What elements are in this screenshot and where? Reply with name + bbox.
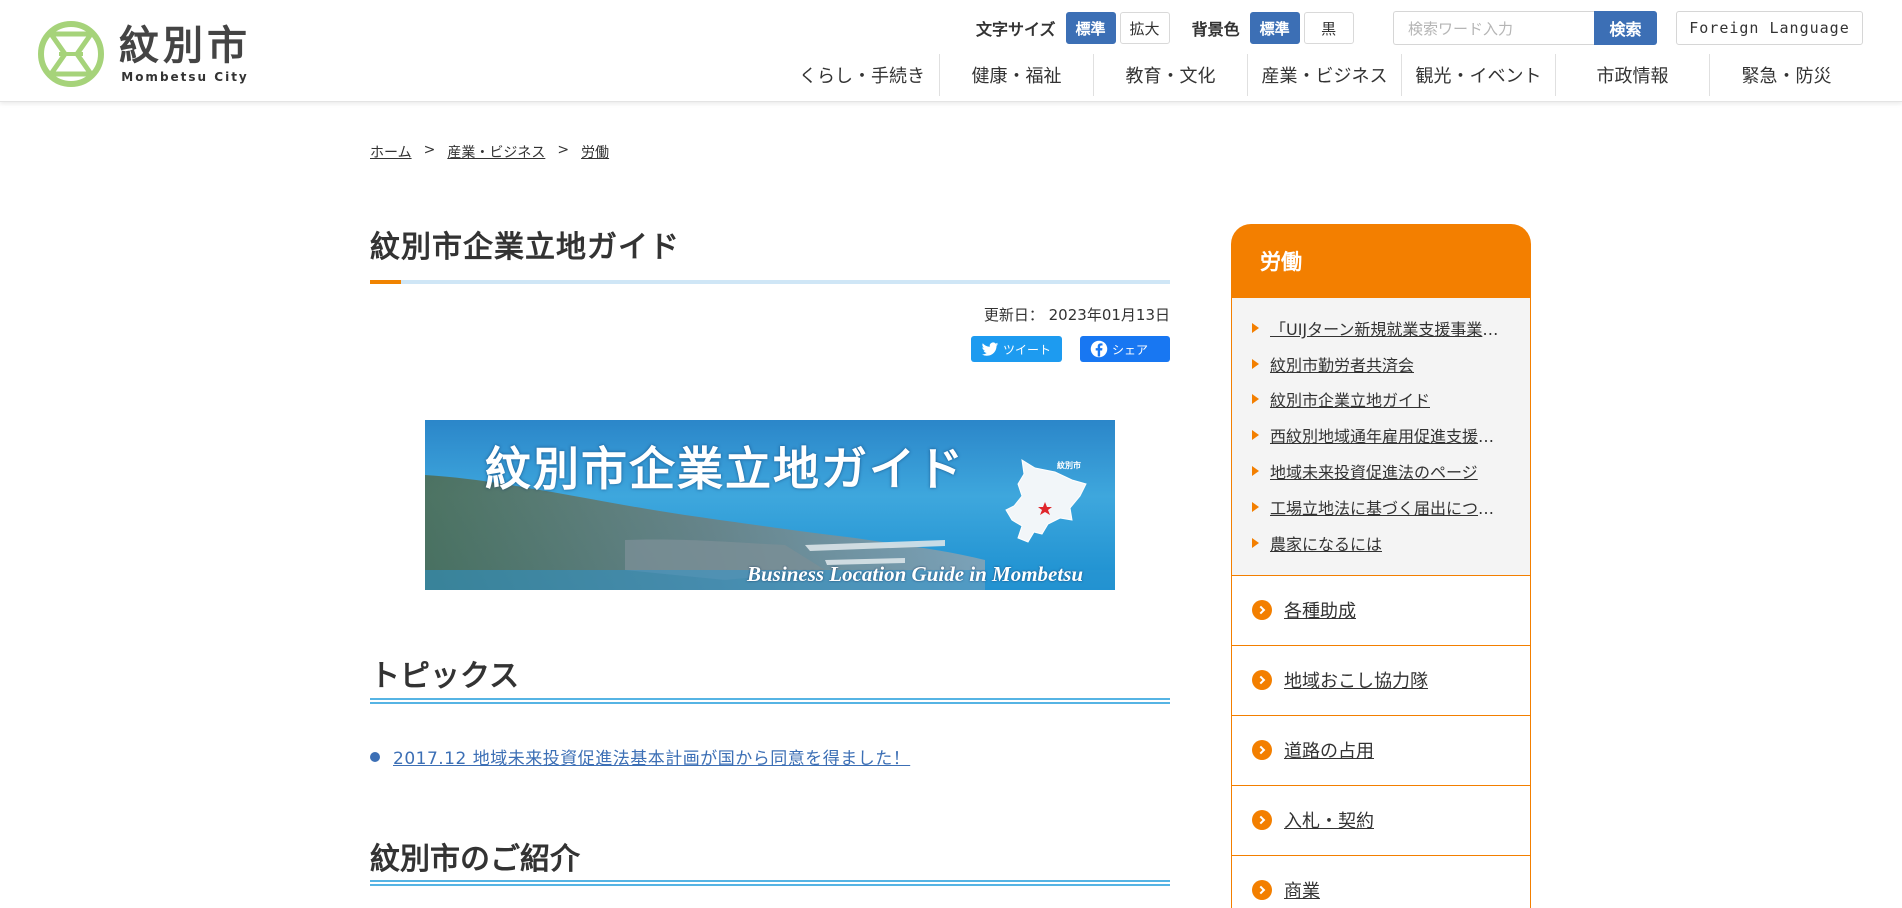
main-content: 紋別市企業立地ガイド 更新日： 2023年01月13日 ツイート シェア 紋別市…	[370, 222, 1170, 886]
arrow-right-circle-icon	[1252, 880, 1272, 901]
tweet-label: ツイート	[1003, 342, 1052, 357]
triangle-right-icon	[1252, 537, 1259, 548]
sidebar-category-bidding[interactable]: 入札・契約	[1231, 784, 1531, 855]
sidebar-category-cooperation-team[interactable]: 地域おこし協力隊	[1231, 644, 1531, 715]
facebook-share-button[interactable]: シェア	[1080, 336, 1170, 362]
search-input[interactable]: 検索ワード入力	[1393, 11, 1594, 45]
triangle-right-icon	[1252, 430, 1259, 441]
site-header: 紋別市 Mombetsu City 文字サイズ 標準 拡大 背景色 標準 黒 検…	[0, 0, 1902, 102]
sidebar-category-road-occupancy[interactable]: 道路の占用	[1231, 714, 1531, 785]
banner-subtitle: Business Location Guide in Mombetsu	[747, 562, 1084, 586]
sidebar-category-link[interactable]: 道路の占用	[1284, 737, 1374, 763]
sidebar-heading: 労働	[1231, 224, 1531, 298]
bg-black-button[interactable]: 黒	[1303, 12, 1354, 44]
topic-link[interactable]: 2017.12 地域未来投資促進法基本計画が国から同意を得ました！	[393, 744, 910, 769]
arrow-right-circle-icon	[1252, 670, 1272, 691]
font-size-label: 文字サイズ	[976, 20, 1056, 39]
topic-item: 2017.12 地域未来投資促進法基本計画が国から同意を得ました！	[370, 744, 910, 769]
breadcrumb-industry[interactable]: 産業・ビジネス	[447, 142, 545, 162]
breadcrumb: ホーム > 産業・ビジネス > 労働	[370, 142, 609, 162]
nav-industry[interactable]: 産業・ビジネス	[1247, 54, 1401, 96]
breadcrumb-separator: >	[557, 142, 570, 158]
triangle-right-icon	[1252, 322, 1259, 333]
updated-date: 更新日： 2023年01月13日	[370, 304, 1170, 325]
sidebar-category-link[interactable]: 地域おこし協力隊	[1284, 667, 1428, 693]
global-nav: くらし・手続き 健康・福祉 教育・文化 産業・ビジネス 観光・イベント 市政情報…	[785, 54, 1863, 96]
breadcrumb-current[interactable]: 労働	[581, 142, 609, 162]
sidebar-category-link[interactable]: 商業	[1284, 877, 1320, 903]
foreign-language-button[interactable]: Foreign Language	[1676, 11, 1863, 45]
nav-city-info[interactable]: 市政情報	[1555, 54, 1709, 96]
sidebar-category-link[interactable]: 入札・契約	[1284, 807, 1374, 833]
tweet-button[interactable]: ツイート	[971, 336, 1062, 362]
bg-color-label: 背景色	[1191, 20, 1240, 39]
sidebar-item-employment-promotion: 西紋別地域通年雇用促進支援協議会	[1232, 417, 1530, 453]
site-name-en: Mombetsu City	[121, 70, 249, 84]
font-large-button[interactable]: 拡大	[1119, 12, 1170, 44]
search-form: 検索ワード入力 検索	[1393, 11, 1657, 45]
share-label: シェア	[1112, 342, 1149, 357]
nav-education[interactable]: 教育・文化	[1093, 54, 1247, 96]
sidebar-item-future-investment: 地域未来投資促進法のページ	[1232, 453, 1530, 489]
topics-heading: トピックス	[370, 659, 520, 694]
site-name: 紋別市	[119, 23, 251, 69]
topics-heading-rule	[370, 698, 1170, 704]
breadcrumb-separator: >	[423, 142, 436, 158]
sidebar-link[interactable]: 「UIJターン新規就業支援事業」について	[1270, 316, 1508, 340]
sidebar-link[interactable]: 地域未来投資促進法のページ	[1270, 459, 1478, 483]
font-standard-button[interactable]: 標準	[1065, 12, 1116, 44]
nav-tourism[interactable]: 観光・イベント	[1401, 54, 1555, 96]
facebook-icon	[1090, 340, 1108, 358]
sidebar-link[interactable]: 紋別市勤労者共済会	[1270, 352, 1414, 376]
site-logo[interactable]: 紋別市 Mombetsu City	[37, 20, 251, 88]
search-button[interactable]: 検索	[1594, 11, 1657, 45]
triangle-right-icon	[1252, 501, 1259, 512]
twitter-bird-icon	[981, 342, 999, 356]
utility-bar: 文字サイズ 標準 拡大 背景色 標準 黒	[976, 11, 1358, 45]
sidebar-category-commerce[interactable]: 商業	[1231, 854, 1531, 908]
page-title: 紋別市企業立地ガイド	[370, 230, 680, 265]
sidebar-item-uij: 「UIJターン新規就業支援事業」について	[1232, 310, 1530, 346]
nav-emergency[interactable]: 緊急・防災	[1709, 54, 1863, 96]
sidebar-link[interactable]: 西紋別地域通年雇用促進支援協議会	[1270, 423, 1508, 447]
sidebar-list: 「UIJターン新規就業支援事業」について 紋別市勤労者共済会 紋別市企業立地ガイ…	[1231, 298, 1531, 575]
intro-heading-rule	[370, 880, 1170, 886]
triangle-right-icon	[1252, 358, 1259, 369]
bg-standard-button[interactable]: 標準	[1249, 12, 1300, 44]
nav-living[interactable]: くらし・手続き	[785, 54, 939, 96]
triangle-right-icon	[1252, 394, 1259, 405]
updated-value: 2023年01月13日	[1048, 306, 1170, 324]
sidebar-item-farming: 農家になるには	[1232, 525, 1530, 561]
banner-title: 紋別市企業立地ガイド	[485, 442, 965, 496]
title-underline	[370, 280, 1170, 284]
sidebar-category-subsidies[interactable]: 各種助成	[1231, 574, 1531, 645]
sidebar-item-factory-location: 工場立地法に基づく届出について	[1232, 489, 1530, 525]
sidebar-link[interactable]: 工場立地法に基づく届出について	[1270, 495, 1508, 519]
breadcrumb-home[interactable]: ホーム	[370, 142, 412, 162]
arrow-right-circle-icon	[1252, 740, 1272, 761]
triangle-right-icon	[1252, 466, 1259, 477]
city-emblem-icon	[38, 21, 104, 87]
banner-map-label: 紋別市	[1057, 461, 1081, 470]
sidebar-link[interactable]: 紋別市企業立地ガイド	[1270, 387, 1430, 411]
sidebar-link[interactable]: 農家になるには	[1270, 531, 1382, 555]
bullet-icon	[370, 751, 380, 762]
share-buttons: ツイート シェア	[370, 336, 1170, 362]
intro-heading: 紋別市のご紹介	[370, 842, 580, 877]
guide-banner[interactable]: 紋別市企業立地ガイド 紋別市 Business Location Guide i…	[425, 420, 1115, 590]
sidebar-category-link[interactable]: 各種助成	[1284, 597, 1356, 623]
arrow-right-circle-icon	[1252, 810, 1272, 831]
sidebar: 労働 「UIJターン新規就業支援事業」について 紋別市勤労者共済会 紋別市企業立…	[1231, 224, 1531, 908]
updated-label: 更新日：	[983, 306, 1044, 324]
arrow-right-circle-icon	[1252, 600, 1272, 621]
sidebar-item-workers-mutual-aid: 紋別市勤労者共済会	[1232, 346, 1530, 382]
sidebar-item-location-guide: 紋別市企業立地ガイド	[1232, 382, 1530, 418]
nav-health[interactable]: 健康・福祉	[939, 54, 1093, 96]
